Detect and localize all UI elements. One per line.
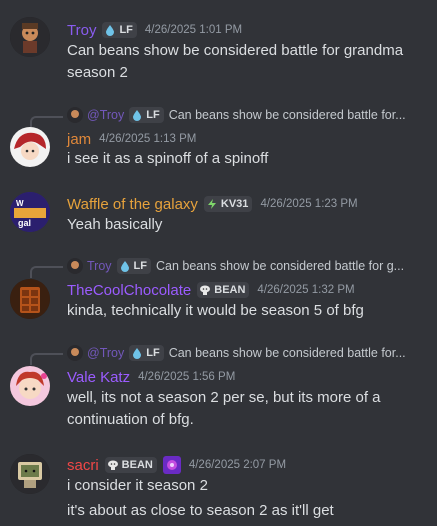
avatar-thecoolchocolate[interactable] <box>10 279 50 319</box>
avatar-waffle[interactable]: Wgal <box>10 192 50 232</box>
timestamp[interactable]: 4/26/2025 1:13 PM <box>99 133 196 145</box>
message-content: i see it as a spinoff of a spinoff <box>67 148 427 170</box>
message-waffle: Wgal Waffle of the galaxy KV31 4/26/2025… <box>0 180 437 246</box>
message-line: well, its not a season 2 per se, but its… <box>67 389 381 406</box>
reply-guild-tag-label: LF <box>146 347 160 359</box>
lightning-icon <box>207 199 216 209</box>
message-content: kinda, technically it would be season 5 … <box>67 300 427 322</box>
guild-tag-label: LF <box>119 24 133 36</box>
reply-guild-tag: LF <box>129 345 164 361</box>
reply-author[interactable]: @Troy <box>87 346 124 360</box>
author-name[interactable]: sacri <box>67 457 99 474</box>
message-line: season 2 <box>67 64 128 81</box>
avatar-jam[interactable] <box>10 127 50 167</box>
timestamp[interactable]: 4/26/2025 1:01 PM <box>145 24 242 36</box>
water-drop-icon <box>133 348 142 359</box>
reply-preview[interactable]: Troy LF Can beans show be considered bat… <box>67 257 427 275</box>
water-drop-icon <box>106 25 115 36</box>
message-content: well, its not a season 2 per se, but its… <box>67 387 427 431</box>
water-drop-icon <box>133 110 142 121</box>
reply-preview[interactable]: @Troy LF Can beans show be considered ba… <box>67 344 427 362</box>
reply-avatar <box>67 107 83 123</box>
reply-guild-tag: LF <box>116 258 151 274</box>
message-content: it's about as close to season 2 as it'll… <box>67 500 427 522</box>
guild-tag[interactable]: BEAN <box>197 282 250 298</box>
timestamp[interactable]: 4/26/2025 1:32 PM <box>257 284 354 296</box>
guild-tag-label: BEAN <box>121 459 153 471</box>
reply-spine <box>30 353 63 365</box>
reply-avatar <box>67 258 83 274</box>
avatar-troy[interactable] <box>10 17 50 57</box>
message-line: Yeah basically <box>67 216 163 233</box>
guild-tag[interactable]: KV31 <box>203 196 253 212</box>
reply-preview[interactable]: @Troy LF Can beans show be considered ba… <box>67 106 427 124</box>
message-sacri: sacri BEAN 4/26/2025 2:07 PM i consider … <box>0 446 437 526</box>
guild-tag[interactable]: LF <box>102 22 137 38</box>
author-name[interactable]: TheCoolChocolate <box>67 282 191 299</box>
reply-text[interactable]: Can beans show be considered battle for.… <box>169 108 427 122</box>
message-content: i consider it season 2 <box>67 475 427 497</box>
author-name[interactable]: Troy <box>67 22 96 39</box>
message-line: it's about as close to season 2 as it'll… <box>67 502 334 519</box>
water-drop-icon <box>120 261 129 272</box>
reply-text[interactable]: Can beans show be considered battle for … <box>156 259 427 273</box>
author-name[interactable]: Waffle of the galaxy <box>67 196 198 213</box>
reply-author[interactable]: @Troy <box>87 108 124 122</box>
bean-icon <box>200 285 211 295</box>
bean-icon <box>107 460 118 470</box>
guild-tag-label: KV31 <box>220 198 249 210</box>
message-line: i see it as a spinoff of a spinoff <box>67 150 269 167</box>
message-thecoolchocolate: Troy LF Can beans show be considered bat… <box>0 256 437 336</box>
timestamp[interactable]: 4/26/2025 1:56 PM <box>138 371 235 383</box>
message-content: Yeah basically <box>67 214 427 236</box>
timestamp[interactable]: 4/26/2025 1:23 PM <box>260 198 357 210</box>
reply-spine <box>30 116 63 128</box>
guild-tag[interactable]: BEAN <box>104 457 157 473</box>
author-name[interactable]: jam <box>67 131 91 148</box>
author-name[interactable]: Vale Katz <box>67 369 130 386</box>
reply-avatar <box>67 345 83 361</box>
reply-guild-tag-label: LF <box>133 260 147 272</box>
message-vale-katz: @Troy LF Can beans show be considered ba… <box>0 344 437 436</box>
message-line: continuation of bfg. <box>67 411 194 428</box>
message-content: Can beans show be considered battle for … <box>67 40 427 84</box>
message-line: i consider it season 2 <box>67 477 208 494</box>
message-line: kinda, technically it would be season 5 … <box>67 302 364 319</box>
reply-guild-tag-label: LF <box>146 109 160 121</box>
message-jam: @Troy LF Can beans show be considered ba… <box>0 104 437 180</box>
role-icon[interactable] <box>162 456 181 474</box>
message-line: Can beans show be considered battle for … <box>67 42 404 59</box>
svg-text:W: W <box>16 199 24 208</box>
reply-text[interactable]: Can beans show be considered battle for.… <box>169 346 427 360</box>
avatar-vale-katz[interactable] <box>10 366 50 406</box>
svg-text:gal: gal <box>18 218 31 228</box>
message-troy: Troy LF 4/26/2025 1:01 PM Can beans show… <box>0 0 437 96</box>
timestamp[interactable]: 4/26/2025 2:07 PM <box>189 459 286 471</box>
reply-spine <box>30 266 63 278</box>
reply-guild-tag: LF <box>129 107 164 123</box>
avatar-sacri[interactable] <box>10 454 50 494</box>
guild-tag-label: BEAN <box>214 284 246 296</box>
reply-author[interactable]: Troy <box>87 259 112 273</box>
